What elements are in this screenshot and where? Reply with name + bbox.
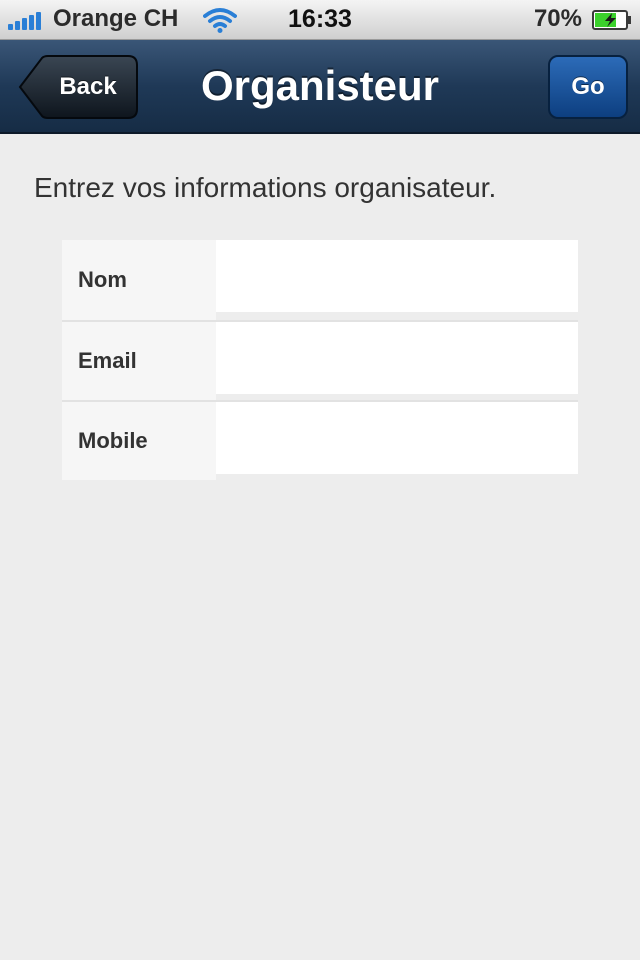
- organizer-form: Nom Email Mobile: [62, 240, 578, 480]
- go-button[interactable]: Go: [548, 55, 628, 119]
- form-row-mobile: Mobile: [62, 400, 578, 480]
- email-label: Email: [62, 322, 216, 400]
- email-field[interactable]: [216, 322, 578, 394]
- form-row-nom: Nom: [62, 240, 578, 320]
- battery-charging-icon: [592, 10, 631, 30]
- status-bar: Orange CH 16:33 70%: [0, 0, 640, 40]
- back-button-label: Back: [59, 73, 117, 100]
- navigation-bar: Organisteur Back Go: [0, 40, 640, 134]
- nom-field[interactable]: [216, 240, 578, 312]
- battery-percent: 70%: [533, 5, 582, 32]
- intro-text: Entrez vos informations organisateur.: [34, 172, 497, 203]
- form-row-email: Email: [62, 320, 578, 400]
- mobile-field[interactable]: [216, 402, 578, 474]
- back-button[interactable]: Back: [18, 55, 138, 119]
- mobile-label: Mobile: [62, 402, 216, 480]
- nom-label: Nom: [62, 240, 216, 320]
